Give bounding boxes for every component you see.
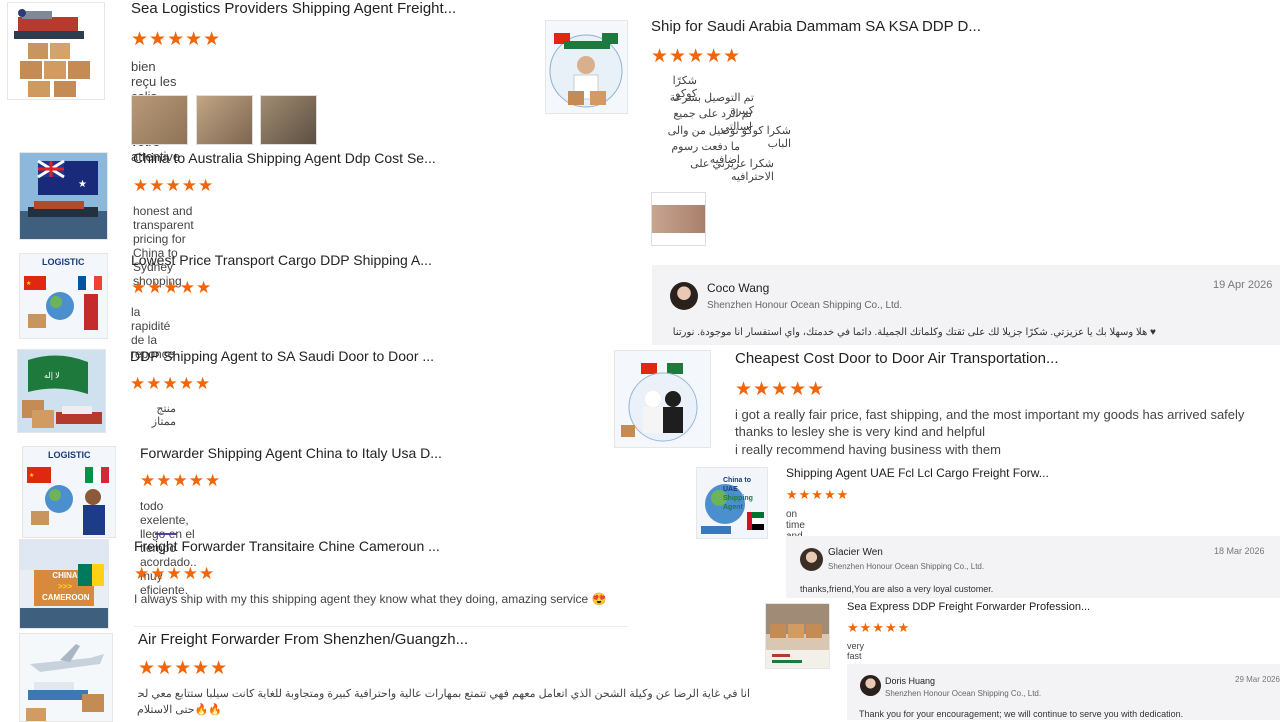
product-title[interactable]: Air Freight Forwarder From Shenzhen/Guan… — [138, 631, 468, 648]
product-title[interactable]: China to Australia Shipping Agent Ddp Co… — [133, 150, 436, 166]
reply-company: Shenzhen Honour Ocean Shipping Co., Ltd. — [828, 562, 985, 571]
review-text: very fast — [847, 641, 865, 661]
seller-reply: Doris Huang Shenzhen Honour Ocean Shippi… — [847, 664, 1280, 720]
svg-text:★: ★ — [29, 472, 34, 479]
avatar — [800, 548, 823, 571]
review-photo[interactable] — [651, 192, 706, 246]
star-rating: ★★★★★ — [138, 658, 229, 679]
product-thumbnail[interactable] — [614, 350, 711, 448]
product-thumbnail[interactable] — [19, 633, 113, 722]
product-title[interactable]: Forwarder Shipping Agent China to Italy … — [140, 445, 442, 461]
reply-author: Glacier Wen — [828, 547, 883, 558]
divider — [134, 626, 628, 627]
reply-company: Shenzhen Honour Ocean Shipping Co., Ltd. — [885, 689, 1042, 698]
product-thumbnail[interactable] — [545, 20, 628, 114]
svg-text:★: ★ — [26, 280, 31, 287]
review-text-line: انا في غاية الرضا عن وكيلة الشحن الذي ات… — [138, 688, 750, 700]
product-title[interactable]: Lowest Price Transport Cargo DDP Shippin… — [131, 252, 432, 268]
product-thumbnail[interactable]: LOGISTIC ★ — [19, 253, 108, 339]
star-rating: ★★★★★ — [140, 471, 222, 490]
product-title[interactable]: Cheapest Cost Door to Door Air Transport… — [735, 350, 1059, 367]
svg-text:لا إله: لا إله — [44, 371, 60, 380]
product-title[interactable]: Sea Logistics Providers Shipping Agent F… — [131, 0, 456, 17]
star-rating: ★★★★★ — [735, 379, 826, 400]
review-text-line: i got a really fair price, fast shipping… — [735, 407, 1245, 422]
seller-reply: Glacier Wen Shenzhen Honour Ocean Shippi… — [786, 536, 1280, 598]
reply-company: Shenzhen Honour Ocean Shipping Co., Ltd. — [707, 300, 903, 311]
product-thumbnail[interactable] — [765, 603, 830, 669]
route-badge: CHINA >>> CAMEROON — [42, 571, 90, 602]
avatar — [670, 282, 698, 310]
reply-date: 18 Mar 2026 — [1214, 546, 1265, 556]
reply-text: thanks,friend,You are also a very loyal … — [800, 584, 994, 594]
reply-author: Doris Huang — [885, 676, 936, 686]
product-thumbnail[interactable]: ★ — [19, 152, 108, 240]
star-rating: ★★★★★ — [786, 487, 850, 502]
divider-accent — [155, 533, 177, 535]
review-text-line: 🔥🔥حتى الاستلام — [137, 704, 222, 716]
product-thumbnail[interactable]: CHINA >>> CAMEROON — [19, 539, 109, 629]
product-thumbnail[interactable]: لا إله — [17, 349, 106, 433]
reply-date: 29 Mar 2026 — [1235, 675, 1280, 684]
seller-reply: Coco Wang Shenzhen Honour Ocean Shipping… — [652, 265, 1280, 345]
reply-text: Thank you for your encouragement; we wil… — [859, 709, 1184, 719]
avatar — [860, 675, 881, 696]
star-rating: ★★★★★ — [131, 278, 213, 297]
review-photo[interactable] — [260, 95, 317, 145]
review-text-line: شكرا عزيزتي على الاحترافيه — [690, 158, 774, 183]
svg-text:★: ★ — [78, 179, 87, 190]
star-rating: ★★★★★ — [131, 29, 222, 50]
product-thumbnail[interactable] — [7, 2, 105, 100]
reply-text: ♥ هلا وسهلا بك يا عزيزتي. شكرًا جزيلًا ل… — [672, 327, 1156, 338]
product-title[interactable]: Freight Forwarder Transitaire Chine Came… — [134, 538, 440, 554]
review-text-line: thanks to lesley she is very kind and he… — [735, 424, 986, 439]
star-rating: ★★★★★ — [134, 564, 216, 583]
star-rating: ★★★★★ — [651, 46, 742, 67]
route-badge: China to UAE Shipping Agent — [723, 477, 753, 511]
review-text: منتج ممتاز — [151, 403, 176, 428]
product-thumbnail[interactable]: China to UAE Shipping Agent — [696, 467, 768, 539]
star-rating: ★★★★★ — [133, 176, 215, 195]
product-title[interactable]: Sea Express DDP Freight Forwarder Profes… — [847, 601, 1090, 613]
review-text-line: i really recommend having business with … — [735, 442, 1001, 457]
review-photo[interactable] — [196, 95, 253, 145]
product-thumbnail[interactable]: LOGISTIC ★ — [22, 446, 116, 538]
product-title[interactable]: Shipping Agent UAE Fcl Lcl Cargo Freight… — [786, 466, 1049, 480]
review-text: I always ship with my this shipping agen… — [134, 592, 607, 606]
review-text: honest and transparent pricing for China… — [133, 204, 194, 288]
star-rating: ★★★★★ — [847, 620, 911, 635]
reply-date: 19 Apr 2026 — [1213, 279, 1273, 291]
product-title[interactable]: DDP Shipping Agent to SA Saudi Door to D… — [130, 348, 434, 364]
reply-author: Coco Wang — [707, 281, 770, 295]
star-rating: ★★★★★ — [130, 374, 212, 393]
product-title[interactable]: Ship for Saudi Arabia Dammam SA KSA DDP … — [651, 18, 981, 35]
review-photo[interactable] — [131, 95, 188, 145]
